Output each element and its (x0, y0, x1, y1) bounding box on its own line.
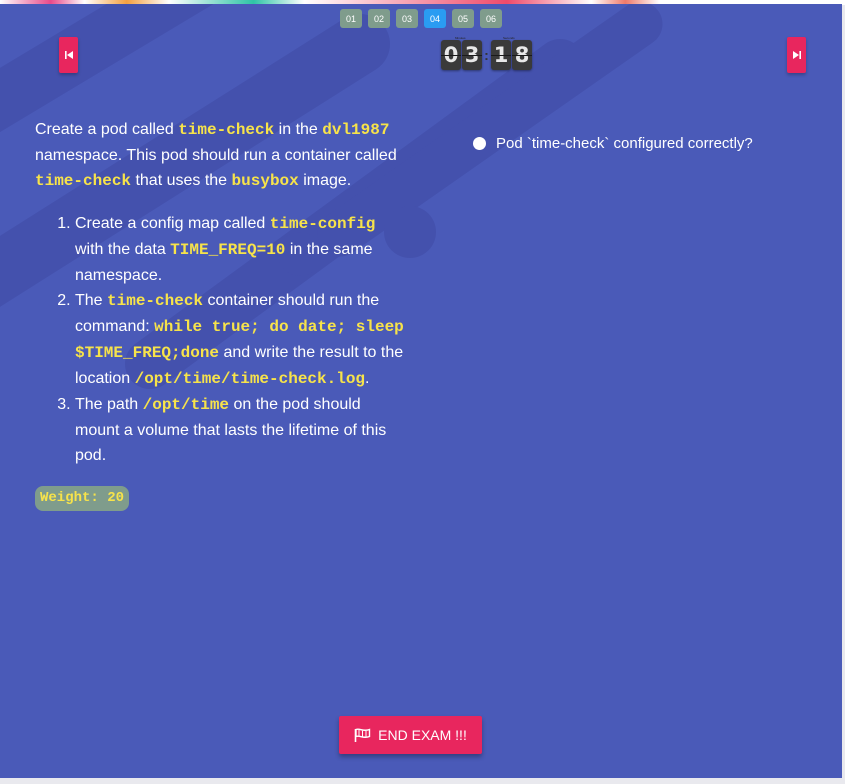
question-navigation: 01 02 03 04 05 06 (340, 9, 502, 28)
status-dot-icon (473, 137, 486, 150)
text-segment: The (75, 292, 108, 309)
timer-separator: : (484, 47, 489, 63)
text-segment: image. (298, 172, 352, 189)
question-nav-button[interactable]: 01 (340, 9, 362, 28)
question-nav-button[interactable]: 06 (480, 9, 502, 28)
question-intro: Create a pod called time-check in the dv… (35, 117, 405, 194)
previous-question-button[interactable] (59, 37, 78, 73)
timer-digit: 0 (441, 40, 461, 70)
inline-code: /opt/time/time-check.log (134, 370, 366, 388)
text-segment: that uses the (131, 172, 232, 189)
question-steps: Create a config map called time-config w… (35, 211, 405, 468)
check-item: Pod `time-check` configured correctly? (473, 135, 753, 152)
exam-panel: 01 02 03 04 05 06 Minutes Seconds 0 3 : 1 8 C… (0, 4, 842, 778)
inline-code: time-config (269, 215, 376, 233)
next-question-button[interactable] (787, 37, 806, 73)
inline-code: busybox (231, 172, 299, 190)
timer-digit: 8 (512, 40, 532, 70)
question-nav-button[interactable]: 03 (396, 9, 418, 28)
countdown-timer: Minutes Seconds 0 3 : 1 8 (441, 36, 533, 70)
question-step: The time-check container should run the … (75, 288, 405, 392)
text-segment: The path (75, 396, 143, 413)
skip-next-icon (792, 51, 801, 59)
skip-previous-icon (64, 51, 73, 59)
question-step: Create a config map called time-config w… (75, 211, 405, 288)
check-label: Pod `time-check` configured correctly? (496, 135, 753, 152)
inline-code: dvl1987 (322, 121, 390, 139)
flag-icon (354, 727, 371, 742)
inline-code: time-check (107, 292, 204, 310)
question-nav-button[interactable]: 05 (452, 9, 474, 28)
text-segment: with the data (75, 241, 171, 258)
inline-code: TIME_FREQ=10 (170, 241, 286, 259)
inline-code: time-check (178, 121, 275, 139)
inline-code: /opt/time (142, 396, 230, 414)
text-segment: . (365, 370, 370, 387)
question-step: The path /opt/time on the pod should mou… (75, 392, 405, 468)
end-exam-label: END EXAM !!! (378, 727, 467, 743)
text-segment: Create a config map called (75, 215, 270, 232)
question-nav-button[interactable]: 04 (424, 9, 446, 28)
question-nav-button[interactable]: 02 (368, 9, 390, 28)
timer-digit: 3 (462, 40, 482, 70)
question-content: Create a pod called time-check in the dv… (35, 117, 405, 511)
check-list: Pod `time-check` configured correctly? (473, 135, 753, 152)
text-segment: in the (274, 121, 323, 138)
text-segment: Create a pod called (35, 121, 179, 138)
timer-digit: 1 (491, 40, 511, 70)
end-exam-button[interactable]: END EXAM !!! (339, 716, 482, 754)
question-weight: Weight: 20 (35, 486, 130, 511)
text-segment: namespace. This pod should run a contain… (35, 147, 397, 164)
inline-code: time-check (35, 172, 132, 190)
